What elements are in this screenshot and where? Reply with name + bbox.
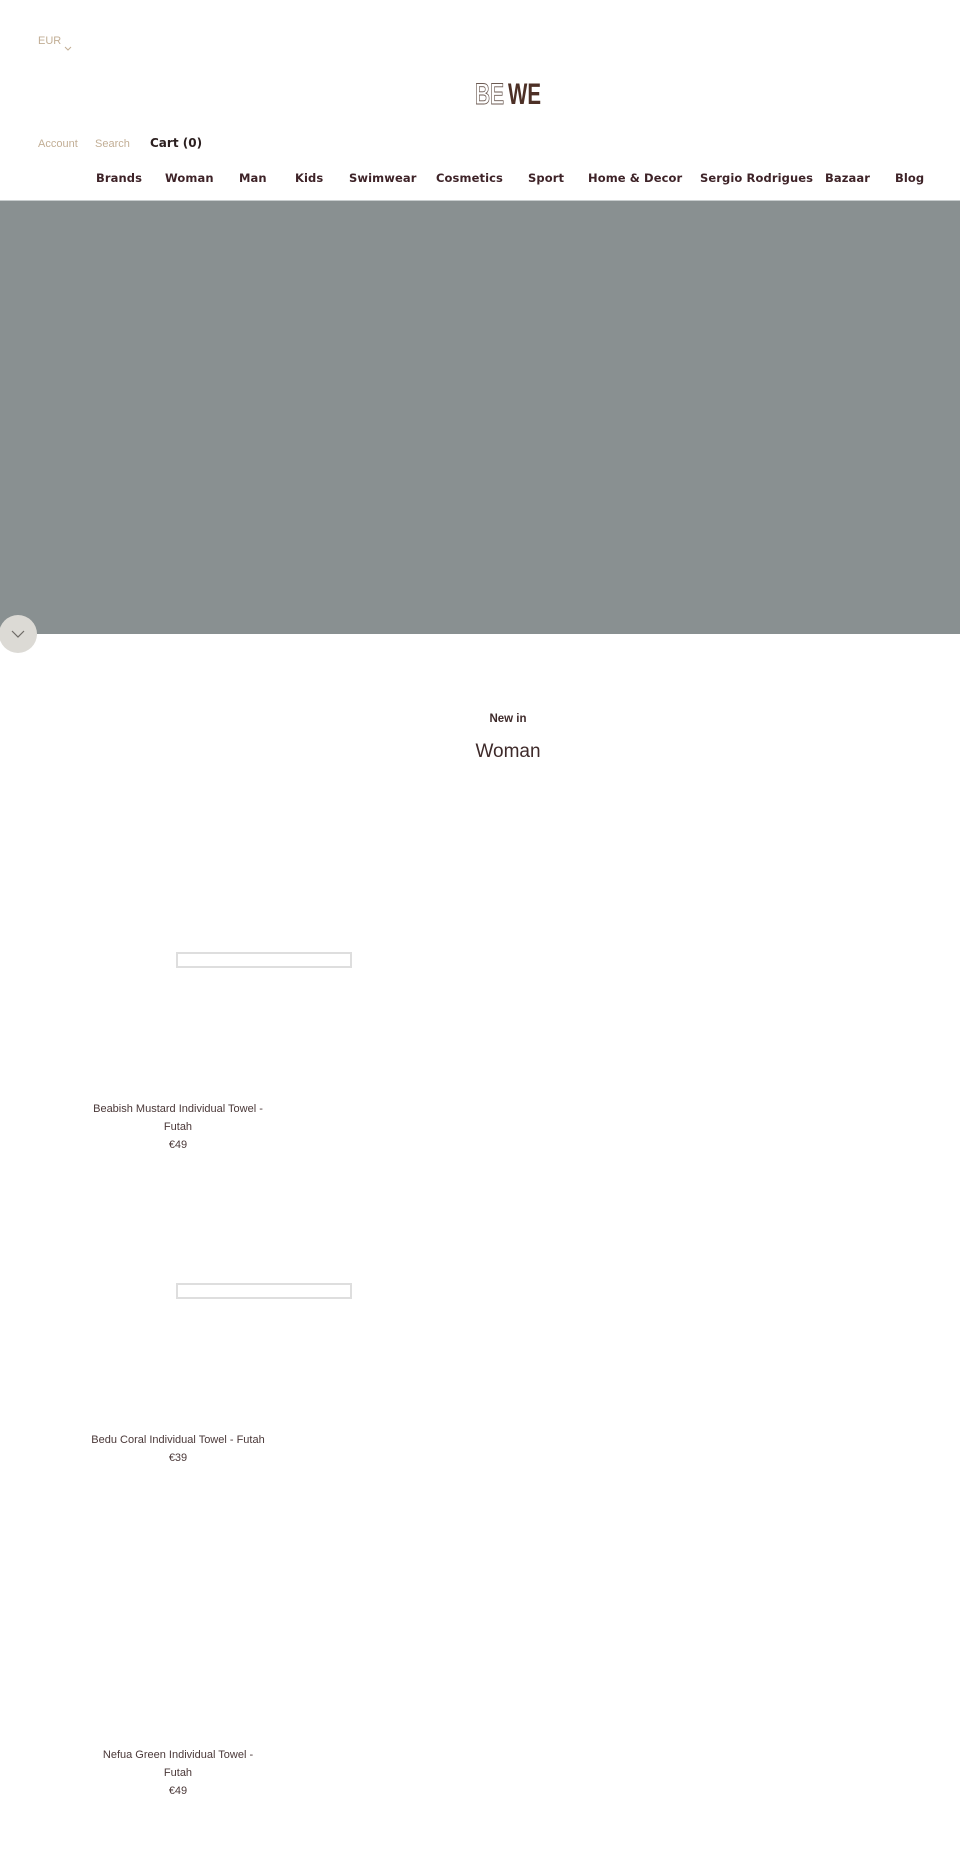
- scroll-down-button[interactable]: [0, 615, 37, 653]
- product-name[interactable]: Beabish Mustard Individual Towel - Futah: [88, 1100, 268, 1136]
- section-title: Woman: [475, 741, 541, 762]
- chevron-down-icon: [64, 46, 72, 51]
- nav-item-sport[interactable]: Sport: [528, 171, 564, 185]
- nav-item-home-decor[interactable]: Home & Decor: [588, 171, 682, 185]
- nav-item-blog[interactable]: Blog: [895, 171, 924, 185]
- nav-item-cosmetics[interactable]: Cosmetics: [436, 171, 503, 185]
- search-link[interactable]: Search: [95, 138, 130, 150]
- product-name[interactable]: Bedu Coral Individual Towel - Futah: [88, 1431, 268, 1449]
- currency-selector[interactable]: EUR: [38, 35, 72, 51]
- chevron-down-icon: [11, 630, 25, 638]
- bewe-logo[interactable]: BE WE: [475, 78, 541, 106]
- product-name[interactable]: Nefua Green Individual Towel - Futah: [88, 1746, 268, 1782]
- product-image-placeholder[interactable]: [176, 952, 352, 968]
- product-card: Bedu Coral Individual Towel - Futah €39: [88, 1431, 268, 1464]
- nav-item-woman[interactable]: Woman: [165, 171, 214, 185]
- product-image-placeholder[interactable]: [176, 1283, 352, 1299]
- nav-item-sergio-rodrigues[interactable]: Sergio Rodrigues: [700, 171, 813, 185]
- logo-be: BE: [475, 78, 504, 106]
- nav-item-kids[interactable]: Kids: [295, 171, 323, 185]
- logo-we: WE: [508, 78, 541, 106]
- product-price: €39: [168, 1452, 188, 1464]
- account-link[interactable]: Account: [38, 138, 78, 150]
- section-eyebrow: New in: [489, 713, 527, 725]
- product-card: Beabish Mustard Individual Towel - Futah…: [88, 1100, 268, 1151]
- nav-item-bazaar[interactable]: Bazaar: [825, 171, 870, 185]
- nav-item-brands[interactable]: Brands: [96, 171, 142, 185]
- nav-item-man[interactable]: Man: [239, 171, 267, 185]
- currency-label: EUR: [38, 35, 62, 47]
- cart-link[interactable]: Cart (0): [150, 136, 202, 150]
- main-nav: Brands Woman Man Kids Swimwear Cosmetics…: [0, 171, 960, 191]
- product-card: Nefua Green Individual Towel - Futah €49: [88, 1746, 268, 1797]
- hero-banner: [0, 200, 960, 634]
- product-price: €49: [168, 1139, 188, 1151]
- product-price: €49: [168, 1785, 188, 1797]
- nav-item-swimwear[interactable]: Swimwear: [349, 171, 417, 185]
